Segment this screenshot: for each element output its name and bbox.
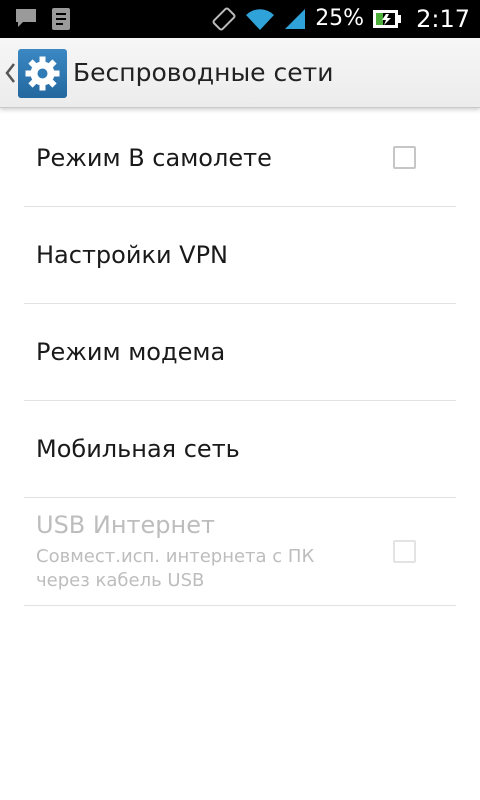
status-bar: 25% 2:17 — [0, 0, 480, 38]
item-summary: Совмест.исп. интернета с ПК через кабель… — [36, 545, 315, 591]
settings-gear-icon — [18, 49, 67, 98]
battery-percent: 25% — [315, 6, 365, 31]
settings-list: Режим В самолете Настройки VPN Режим мод… — [24, 110, 456, 606]
item-title: Мобильная сеть — [36, 435, 240, 463]
item-title: Настройки VPN — [36, 241, 229, 269]
mobile-network-item[interactable]: Мобильная сеть — [24, 401, 456, 498]
page-title: Беспроводные сети — [73, 58, 334, 87]
wifi-icon — [245, 7, 275, 31]
signal-icon — [283, 7, 307, 31]
usb-internet-checkbox — [393, 539, 416, 563]
item-title: Режим модема — [36, 338, 226, 366]
item-title: USB Интернет — [36, 510, 215, 539]
airplane-mode-item[interactable]: Режим В самолете — [24, 110, 456, 207]
vpn-settings-item[interactable]: Настройки VPN — [24, 207, 456, 304]
up-button[interactable] — [0, 38, 72, 108]
system-icons: 25% 2:17 — [211, 0, 470, 38]
action-bar: Беспроводные сети — [0, 38, 480, 108]
back-caret-icon — [4, 62, 16, 84]
notes-icon — [50, 7, 72, 31]
airplane-mode-checkbox[interactable] — [393, 146, 416, 169]
usb-internet-item: USB Интернет Совмест.исп. интернета с ПК… — [24, 498, 456, 606]
chat-icon — [14, 7, 38, 31]
battery-icon — [372, 8, 402, 30]
rotate-icon — [211, 6, 237, 32]
clock: 2:17 — [416, 5, 470, 33]
item-title: Режим В самолете — [36, 144, 272, 172]
notification-icons — [14, 7, 72, 31]
tethering-item[interactable]: Режим модема — [24, 304, 456, 401]
